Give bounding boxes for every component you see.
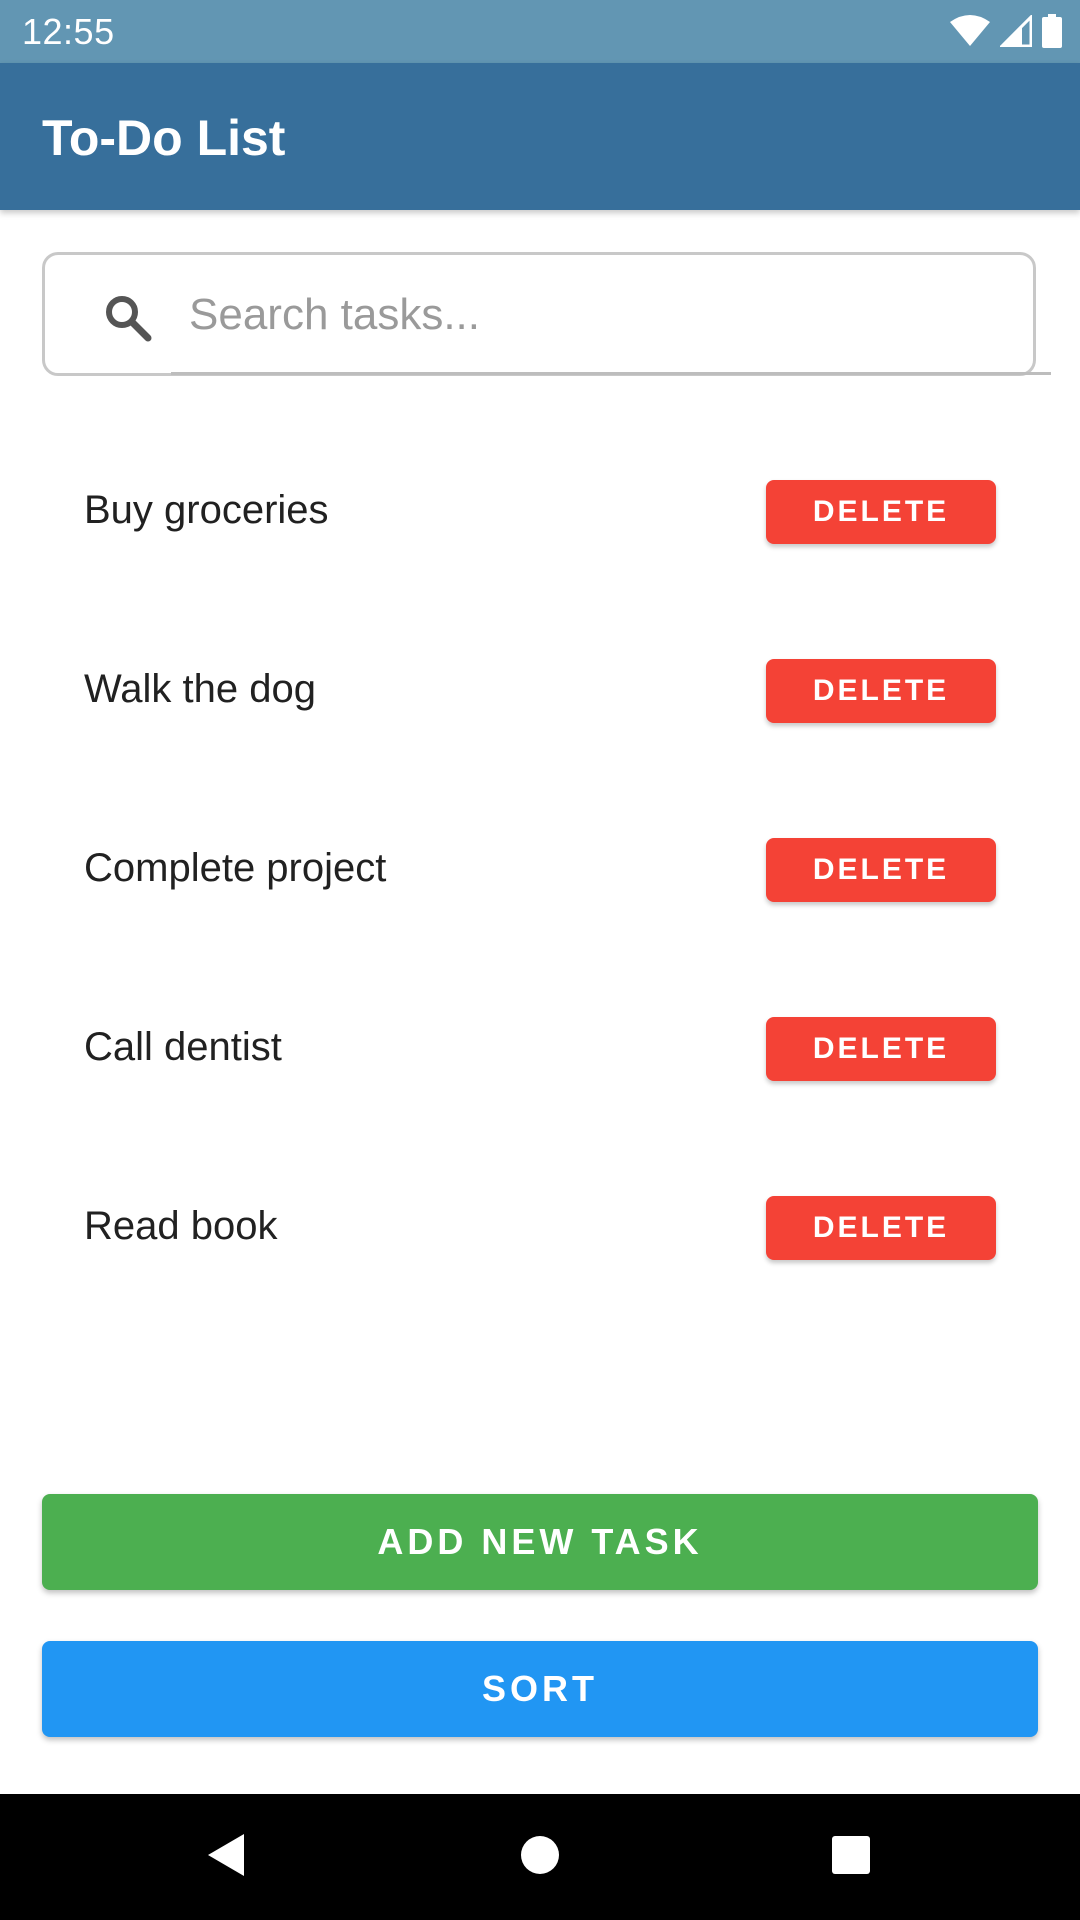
delete-button[interactable]: DELETE [766, 838, 996, 902]
task-label: Walk the dog [84, 667, 316, 711]
back-button[interactable] [196, 1827, 256, 1887]
back-icon [206, 1832, 246, 1883]
status-icons [950, 14, 1062, 48]
recents-button[interactable] [821, 1827, 881, 1887]
sort-button[interactable]: SORT [42, 1641, 1038, 1737]
delete-button[interactable]: DELETE [766, 1196, 996, 1260]
add-new-task-button[interactable]: ADD NEW TASK [42, 1494, 1038, 1590]
task-label: Buy groceries [84, 488, 329, 532]
wifi-icon [950, 15, 990, 47]
task-label: Complete project [84, 846, 387, 890]
cell-signal-icon [1000, 15, 1032, 47]
task-label: Read book [84, 1204, 278, 1248]
list-item: Buy groceries DELETE [42, 450, 1036, 570]
home-icon [520, 1835, 560, 1880]
list-item: Walk the dog DELETE [42, 629, 1036, 749]
navigation-bar [0, 1794, 1080, 1920]
delete-button[interactable]: DELETE [766, 480, 996, 544]
list-item: Call dentist DELETE [42, 987, 1036, 1107]
list-item: Complete project DELETE [42, 808, 1036, 928]
home-button[interactable] [510, 1827, 570, 1887]
recents-icon [831, 1835, 871, 1880]
list-item: Read book DELETE [42, 1166, 1036, 1286]
search-underline [171, 372, 1051, 375]
delete-button[interactable]: DELETE [766, 659, 996, 723]
search-input[interactable] [189, 275, 989, 355]
app-bar: To-Do List [0, 63, 1080, 210]
search-icon [103, 293, 153, 343]
search-box[interactable] [42, 252, 1051, 376]
status-bar: 12:55 [0, 0, 1080, 63]
delete-button[interactable]: DELETE [766, 1017, 996, 1081]
page-title: To-Do List [42, 110, 286, 166]
screen: 12:55 To-Do List Search tasks... Buy gro… [0, 0, 1080, 1920]
status-time: 12:55 [22, 11, 115, 52]
battery-icon [1042, 14, 1062, 48]
task-label: Call dentist [84, 1025, 282, 1069]
